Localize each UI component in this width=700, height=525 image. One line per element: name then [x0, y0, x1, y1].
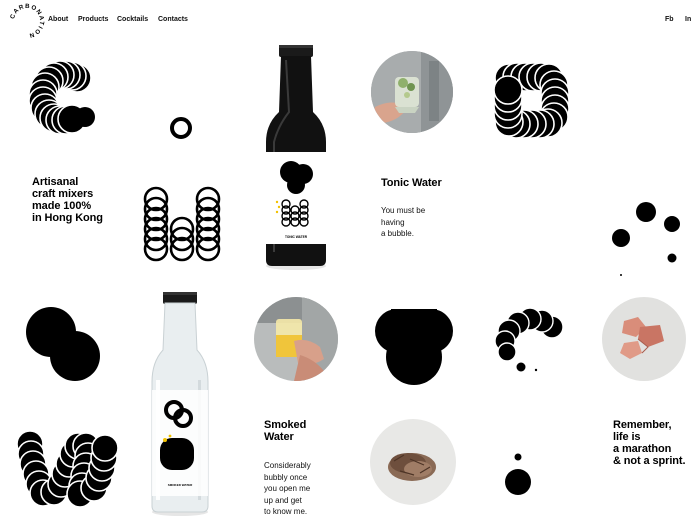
- tonic-water-description: You must be having a bubble.: [381, 206, 426, 238]
- bubble-spiral-graphic: [490, 305, 570, 375]
- brand-logo[interactable]: CARBONATION: [8, 2, 46, 40]
- smoked-water-bottle[interactable]: SMOKED WATER: [148, 290, 212, 518]
- tonic-bottle-label: TONIC WATER: [285, 235, 308, 239]
- double-bubble-graphic: [25, 306, 105, 386]
- svg-text:CARBONATION: CARBONATION: [9, 3, 45, 39]
- tonic-water-bottle[interactable]: TONIC WATER: [262, 42, 330, 272]
- social-linkedin[interactable]: In: [685, 16, 691, 23]
- logo-text: CARBONATION: [9, 3, 44, 39]
- quote-text: Remember, life is a marathon & not a spr…: [613, 419, 686, 467]
- nav-about[interactable]: About: [48, 16, 68, 23]
- small-ring-graphic: [169, 116, 193, 140]
- drop-dots-graphic: [500, 450, 536, 500]
- smoked-water-description: Considerably bubbly once you open me up …: [264, 461, 311, 516]
- smoked-water-title[interactable]: Smoked Water: [264, 419, 306, 443]
- nav-cocktails[interactable]: Cocktails: [117, 16, 148, 23]
- smoked-bottle-label: SMOKED WATER: [168, 483, 193, 487]
- nav-contacts[interactable]: Contacts: [158, 16, 188, 23]
- scattered-dots-graphic: [608, 198, 688, 280]
- bubble-w-rings-graphic: [142, 185, 222, 265]
- hero-tagline: Artisanal craft mixers made 100% in Hong…: [32, 176, 103, 224]
- smoked-glass-photo: [254, 297, 338, 381]
- social-facebook[interactable]: Fb: [665, 16, 674, 23]
- nav-products[interactable]: Products: [78, 16, 108, 23]
- cloud-blob-graphic: [373, 305, 457, 387]
- tonic-water-title[interactable]: Tonic Water: [381, 177, 442, 189]
- bubble-c-graphic: [22, 60, 102, 140]
- bubble-d-graphic: [493, 62, 571, 140]
- bubble-w-graphic: [14, 428, 118, 512]
- tonic-glass-photo: [371, 51, 453, 133]
- pink-salt-photo: [602, 297, 686, 381]
- wood-chips-photo: [370, 419, 456, 505]
